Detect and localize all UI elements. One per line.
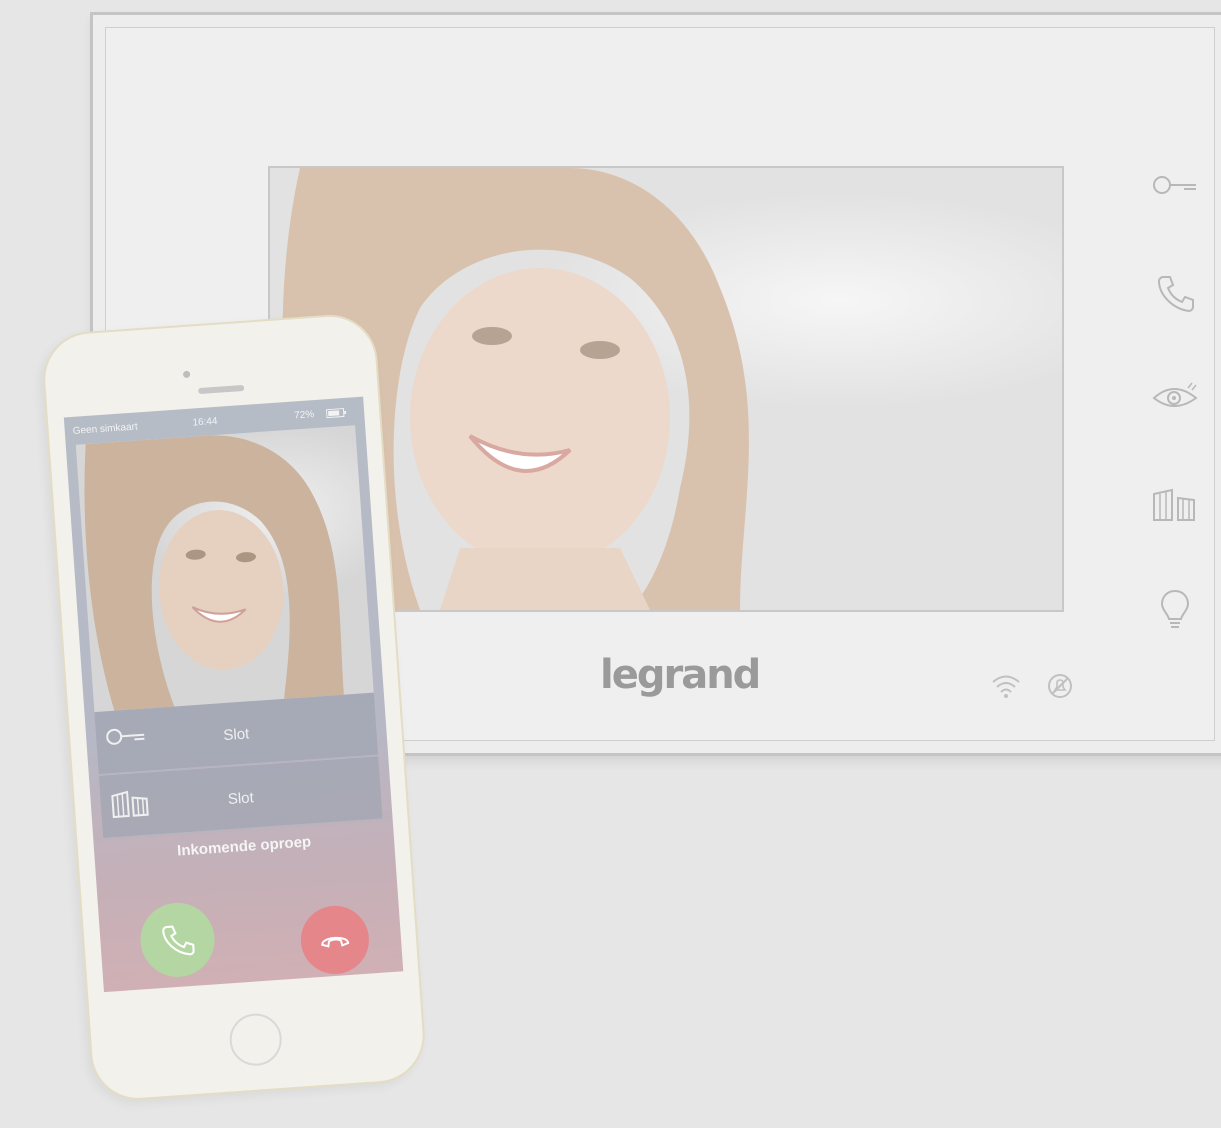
phone-icon bbox=[1157, 276, 1194, 313]
unlock-door-label: Slot bbox=[222, 725, 250, 745]
eye-icon bbox=[1152, 382, 1198, 407]
accept-call-button[interactable] bbox=[138, 900, 218, 980]
answer-call-button[interactable] bbox=[1152, 270, 1198, 316]
carrier-label: Geen simkaart bbox=[72, 421, 139, 437]
camera-view-button[interactable] bbox=[1152, 374, 1198, 420]
app-screen: Geen simkaart 16:44 72% Slot Slot Inkome… bbox=[63, 396, 404, 993]
key-icon bbox=[1153, 176, 1196, 194]
phone-hangup-icon bbox=[321, 936, 350, 948]
wifi-status bbox=[990, 670, 1022, 702]
phone-accept-icon bbox=[162, 925, 195, 956]
phone-video-feed bbox=[75, 425, 374, 713]
earpiece bbox=[198, 384, 245, 395]
unlock-button[interactable] bbox=[1152, 162, 1198, 208]
battery-icon bbox=[325, 407, 347, 419]
smartphone: Geen simkaart 16:44 72% Slot Slot Inkome… bbox=[40, 311, 428, 1104]
unlock-gate-label: Slot bbox=[227, 789, 255, 809]
gate-icon bbox=[1153, 488, 1195, 521]
reject-call-button[interactable] bbox=[298, 903, 372, 977]
time-label: 16:44 bbox=[192, 415, 218, 429]
visitor-video-thumbnail bbox=[84, 435, 344, 711]
phone-body: Geen simkaart 16:44 72% Slot Slot Inkome… bbox=[40, 311, 428, 1104]
do-not-disturb-status bbox=[1044, 670, 1076, 702]
home-button[interactable] bbox=[227, 1011, 284, 1068]
front-camera bbox=[182, 370, 191, 379]
brand-logo: legrand bbox=[600, 652, 761, 698]
gate-button[interactable] bbox=[1152, 482, 1198, 528]
light-button[interactable] bbox=[1152, 586, 1198, 632]
battery-label: 72% bbox=[293, 409, 315, 422]
do-not-disturb-icon bbox=[1048, 674, 1072, 698]
wifi-icon bbox=[992, 675, 1020, 698]
bulb-icon bbox=[1160, 589, 1190, 628]
